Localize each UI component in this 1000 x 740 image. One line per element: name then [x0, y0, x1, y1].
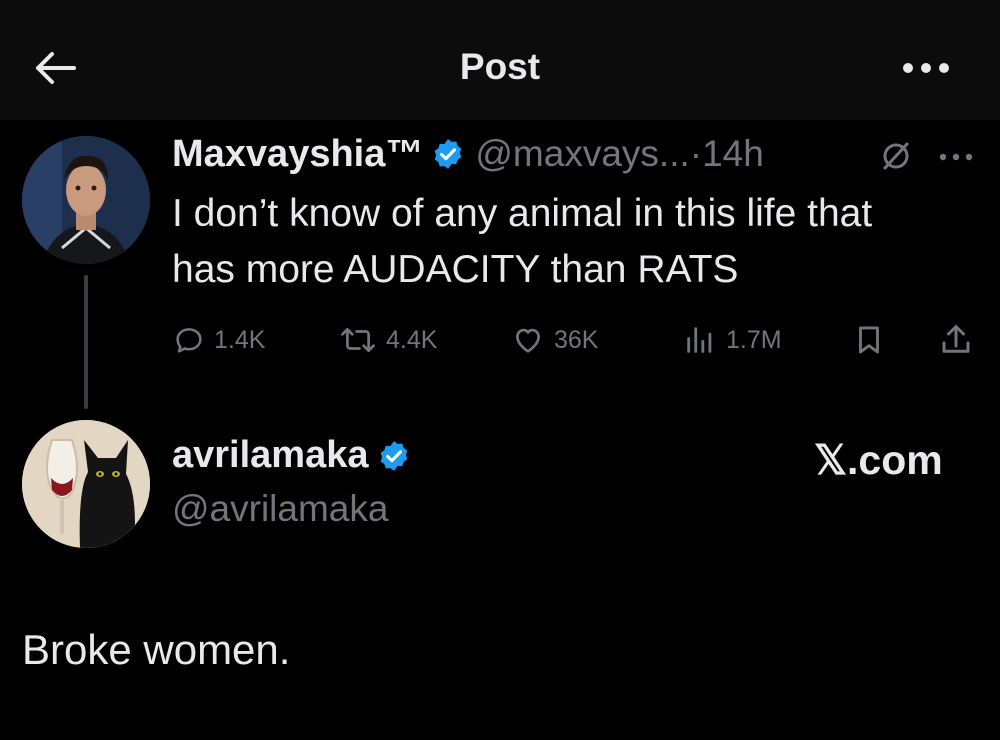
- author-name[interactable]: Maxvayshia™: [172, 133, 423, 176]
- share-icon: [942, 325, 970, 353]
- comment-bubble-icon: [176, 328, 202, 353]
- top-header: Post: [0, 0, 1000, 120]
- x-brand-label: 𝕏.com: [814, 437, 943, 483]
- repost-count: 4.4K: [386, 325, 438, 354]
- thread-connector-line: [84, 275, 88, 409]
- post-body: I don’t know of any animal in this life …: [172, 186, 992, 298]
- profile-photo: [22, 420, 150, 548]
- like-button[interactable]: 36K: [510, 318, 598, 362]
- share-button[interactable]: [938, 318, 982, 362]
- avatar[interactable]: [22, 136, 150, 264]
- profile-photo: [22, 136, 150, 264]
- post-timestamp[interactable]: ·14h: [690, 133, 764, 175]
- more-options-button[interactable]: [898, 54, 954, 82]
- views-button[interactable]: 1.7M: [682, 318, 782, 362]
- reply-author-name[interactable]: avrilamaka: [172, 434, 369, 477]
- more-horizontal-icon[interactable]: [936, 146, 976, 168]
- avatar[interactable]: [22, 420, 150, 548]
- reply-count: 1.4K: [214, 325, 266, 354]
- post-text-line: has more AUDACITY than RATS: [172, 248, 739, 291]
- reply-author-row: avrilamaka: [172, 434, 421, 477]
- post-author-row: Maxvayshia™ @maxvays... ·14h: [172, 128, 764, 180]
- page-title: Post: [459, 46, 541, 87]
- bookmark-button[interactable]: [852, 318, 894, 362]
- like-count: 36K: [554, 325, 599, 354]
- reply-author-handle[interactable]: @avrilamaka: [172, 488, 388, 530]
- heart-icon: [516, 328, 540, 353]
- post-text-line: I don’t know of any animal in this life …: [172, 192, 873, 235]
- repost-icon: [341, 328, 375, 352]
- view-count: 1.7M: [726, 325, 782, 354]
- author-handle[interactable]: @maxvays...: [475, 133, 689, 175]
- bookmark-icon: [859, 326, 879, 354]
- more-horizontal-icon: [903, 63, 949, 73]
- post-actions-bar: 1.4K 4.4K 36K 1.7M: [172, 318, 982, 362]
- mute-circle-icon: [883, 142, 909, 170]
- repost-button[interactable]: 4.4K: [338, 318, 437, 362]
- reply-button[interactable]: 1.4K: [172, 318, 265, 362]
- bar-chart-icon: [687, 327, 712, 353]
- reply-body: Broke women.: [22, 626, 291, 673]
- verified-badge-icon: [380, 440, 407, 471]
- verified-badge-icon: [435, 139, 462, 169]
